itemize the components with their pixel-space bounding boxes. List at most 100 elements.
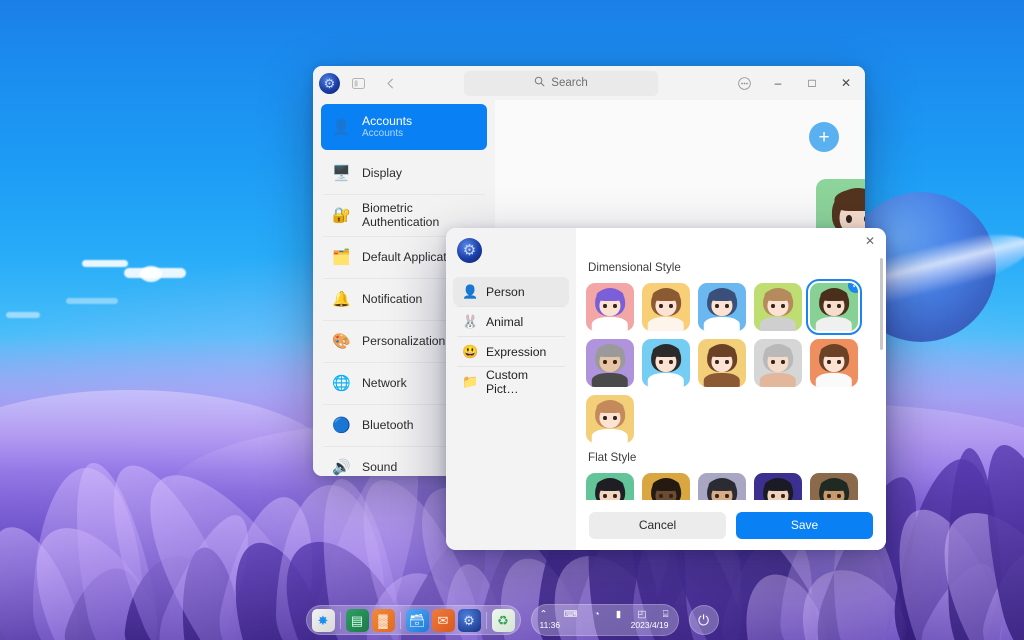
cancel-button[interactable]: Cancel: [589, 512, 726, 539]
sidebar-item-label: Sound: [362, 460, 397, 474]
fingerprint-icon: 🔐: [332, 206, 351, 225]
sidebar-item-label: Bluetooth: [362, 418, 414, 432]
avatar-grey-hair-woman[interactable]: [754, 339, 802, 387]
desktop: ⚙ Search – □ ✕ 👤Ac: [0, 0, 1024, 640]
avatar-cap-boy[interactable]: [698, 283, 746, 331]
sidebar-item-label: Display: [362, 166, 402, 180]
input-method-icon[interactable]: ⌨: [564, 610, 578, 620]
minimize-button[interactable]: –: [761, 67, 795, 100]
sidebar-item-label: Biometric Authentication: [362, 201, 476, 229]
sidebar-item-display[interactable]: 🖥️ Display: [321, 153, 487, 193]
avatar-cat-ears-girl[interactable]: [586, 473, 634, 500]
avatar-grid: ✓: [586, 283, 868, 443]
category-expression[interactable]: 😃Expression: [453, 337, 569, 366]
vertical-scrollbar[interactable]: [880, 258, 883, 350]
more-ellipsis-icon[interactable]: [727, 67, 761, 100]
start-button[interactable]: ✸: [312, 609, 335, 632]
taskbar-divider: [340, 612, 341, 629]
dialog-actions: Cancel Save: [576, 500, 886, 550]
power-button[interactable]: ⏻: [689, 605, 719, 635]
avatar-sections: Dimensional Style ✓ Flat Style: [586, 261, 868, 500]
taskbar-app-group: ✸ ▤▓ 🗃✉⚙ ♻: [306, 605, 521, 635]
search-icon: [534, 76, 545, 90]
avatar-grid: [586, 473, 868, 500]
system-tray[interactable]: ⌃ ⌨ ◔ ▮ ◰ ⌸ 11:36 2023/4/19: [531, 604, 679, 636]
display-icon[interactable]: ◰: [637, 610, 646, 620]
wifi-icon[interactable]: ◔: [594, 610, 600, 620]
bell-icon: 🔔: [332, 290, 351, 309]
avatar-bowtie-boy[interactable]: ✓: [810, 283, 858, 331]
sidebar-item-label: Accounts: [362, 114, 412, 128]
dialog-category-panel: ⚙ 👤Person🐰Animal😃Expression 📁 Custom Pict…: [446, 228, 576, 550]
keyboard-icon[interactable]: ⌸: [663, 610, 669, 620]
settings-gear-icon: ⚙: [457, 238, 482, 263]
category-label: Person: [486, 285, 525, 299]
terminal-app[interactable]: ▤: [346, 609, 369, 632]
search-input[interactable]: Search: [464, 71, 658, 96]
show-hidden-icons[interactable]: ⌃: [540, 610, 548, 620]
apps-icon: 🗂️: [332, 248, 351, 267]
clock-time[interactable]: 11:36: [540, 620, 561, 630]
category-animal[interactable]: 🐰Animal: [453, 307, 569, 336]
avatar-scholar[interactable]: [698, 473, 746, 500]
avatar-ponytail-girl[interactable]: [754, 283, 802, 331]
avatar-jacket-boy[interactable]: [698, 339, 746, 387]
recycle-bin[interactable]: ♻: [492, 609, 515, 632]
settings-app[interactable]: ⚙: [458, 609, 481, 632]
sidebar-item-label: Network: [362, 376, 407, 390]
dialog-close-icon[interactable]: ✕: [859, 231, 881, 251]
clock-date[interactable]: 2023/4/19: [631, 620, 669, 630]
section-title: Flat Style: [588, 451, 868, 464]
avatar-hat-woman[interactable]: [642, 339, 690, 387]
sidebar-item-label: Personalization: [362, 334, 445, 348]
wallpaper-cloud: [6, 312, 40, 318]
category-label: Animal: [486, 315, 523, 329]
sidebar-item-sublabel: Accounts: [362, 128, 412, 140]
avatar-green-general[interactable]: [810, 473, 858, 500]
tray-icon-row: ⌃ ⌨ ◔ ▮ ◰ ⌸: [540, 610, 669, 620]
globe-icon: 🌐: [332, 374, 351, 393]
category-list: 👤Person🐰Animal😃Expression 📁 Custom Pict…: [453, 277, 569, 396]
search-placeholder: Search: [551, 77, 587, 89]
section-title: Dimensional Style: [588, 261, 868, 274]
avatar-partial-row-1[interactable]: [586, 395, 634, 443]
wallpaper-cloud: [140, 266, 162, 282]
avatar-gold-warrior[interactable]: [642, 473, 690, 500]
avatar-sunglasses-man[interactable]: [586, 339, 634, 387]
avatar-bob-cut-woman[interactable]: [810, 339, 858, 387]
mail-app[interactable]: ✉: [432, 609, 455, 632]
back-button[interactable]: [376, 70, 404, 96]
category-person[interactable]: 👤Person: [453, 277, 569, 306]
sidebar-item-label: Notification: [362, 292, 422, 306]
taskbar-divider: [486, 612, 487, 629]
category-label: Custom Pict…: [486, 368, 560, 396]
wallpaper-cloud: [66, 298, 118, 304]
close-button[interactable]: ✕: [829, 67, 863, 100]
avatar-curly-blonde-girl[interactable]: [642, 283, 690, 331]
window-controls: – □ ✕: [727, 67, 863, 100]
folder-icon: 📁: [462, 374, 478, 390]
avatar-night-maiden[interactable]: [754, 473, 802, 500]
avatar-picker-dialog: ⚙ 👤Person🐰Animal😃Expression 📁 Custom Pict……: [446, 228, 886, 550]
taskbar: ✸ ▤▓ 🗃✉⚙ ♻ ⌃ ⌨ ◔ ▮ ◰ ⌸ 11:36 2023/4/19 ⏻: [0, 600, 1024, 640]
category-custom-pict[interactable]: 📁 Custom Pict…: [453, 367, 569, 396]
speaker-icon: 🔊: [332, 458, 351, 477]
add-avatar-button[interactable]: +: [809, 122, 839, 152]
sidebar-item-accounts[interactable]: 👤 AccountsAccounts: [321, 104, 487, 150]
wallpaper-cloud: [82, 260, 128, 267]
window-titlebar: ⚙ Search – □ ✕: [313, 66, 865, 100]
battery-icon[interactable]: ▮: [616, 610, 621, 620]
tray-clock-row: 11:36 2023/4/19: [540, 620, 669, 630]
bluetooth-icon: 🔵: [332, 416, 351, 435]
person-icon: 👤: [332, 118, 351, 137]
file-manager[interactable]: 🗃: [406, 609, 429, 632]
sidebar-toggle-icon[interactable]: [344, 70, 372, 96]
app-grid[interactable]: ▓: [372, 609, 395, 632]
avatar-scroll-area[interactable]: Dimensional Style ✓ Flat Style: [576, 228, 886, 500]
category-label: Expression: [486, 345, 546, 359]
display-icon: 🖥️: [332, 164, 351, 183]
save-button[interactable]: Save: [736, 512, 873, 539]
settings-gear-icon: ⚙: [319, 73, 340, 94]
avatar-purple-hair-girl[interactable]: [586, 283, 634, 331]
maximize-button[interactable]: □: [795, 67, 829, 100]
